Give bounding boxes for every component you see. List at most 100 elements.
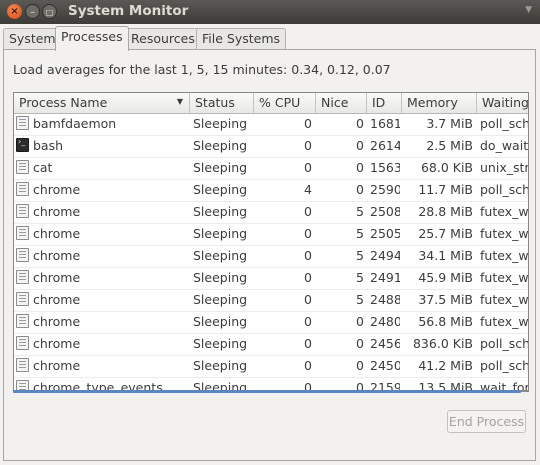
horizontal-scrollbar[interactable] bbox=[13, 390, 529, 393]
maximize-window-button[interactable]: □ bbox=[42, 4, 57, 19]
process-icon bbox=[16, 248, 29, 262]
cell-nice: 5 bbox=[356, 204, 364, 219]
cell-nice: 0 bbox=[356, 336, 364, 351]
process-icon bbox=[16, 336, 29, 350]
cell-cpu: 0 bbox=[304, 116, 312, 131]
title-bar: × – □ System Monitor ▼ bbox=[0, 0, 540, 24]
cell-name: bash bbox=[33, 138, 64, 153]
cell-cpu: 0 bbox=[304, 314, 312, 329]
cell-cpu: 0 bbox=[304, 138, 312, 153]
load-averages-text: Load averages for the last 1, 5, 15 minu… bbox=[13, 62, 391, 77]
process-icon bbox=[16, 116, 29, 130]
process-table[interactable]: Process Name ▼ Status % CPU Nice ID Memo… bbox=[13, 92, 529, 392]
process-icon bbox=[16, 182, 29, 196]
window-title: System Monitor bbox=[68, 3, 189, 19]
close-window-button[interactable]: × bbox=[7, 4, 22, 19]
cell-nice: 5 bbox=[356, 248, 364, 263]
cell-name: chrome bbox=[33, 226, 81, 241]
cell-memory: 68.0 KiB bbox=[420, 160, 473, 175]
cell-cpu: 0 bbox=[304, 204, 312, 219]
column-header-cpu[interactable]: % CPU bbox=[254, 93, 316, 113]
table-row[interactable]: chrome Sleeping 0 5 2488 37.5 MiB futex_wait_q… bbox=[14, 289, 529, 312]
column-header-process-name[interactable]: Process Name ▼ bbox=[14, 93, 190, 113]
tab-file-systems[interactable]: File Systems bbox=[196, 28, 287, 49]
cell-id: 2480 bbox=[370, 314, 400, 329]
cell-nice: 5 bbox=[356, 292, 364, 307]
cell-id: 2508 bbox=[370, 204, 400, 219]
cell-cpu: 0 bbox=[304, 358, 312, 373]
table-row[interactable]: chrome Sleeping 0 5 2494 34.1 MiB futex_wait_q… bbox=[14, 245, 528, 268]
column-header-id[interactable]: ID bbox=[367, 93, 402, 113]
table-row[interactable]: chrome Sleeping 4 0 2590 11.7 MiB poll_schedul… bbox=[14, 179, 528, 202]
cell-name: chrome bbox=[33, 248, 81, 263]
cell-status: Sleeping bbox=[193, 358, 248, 373]
cell-memory: 2.5 MiB bbox=[426, 138, 473, 153]
cell-name: chrome bbox=[33, 336, 81, 351]
terminal-icon bbox=[16, 137, 29, 152]
table-row[interactable]: cat Sleeping 0 0 1563 68.0 KiB unix_stream_rec… bbox=[14, 157, 529, 180]
cell-status: Sleeping bbox=[193, 182, 248, 197]
cell-nice: 0 bbox=[356, 314, 364, 329]
cell-id: 2488 bbox=[370, 292, 400, 307]
column-header-waiting-channel[interactable]: Waiting Channel bbox=[477, 93, 528, 113]
table-row[interactable]: chrome Sleeping 0 0 2450 41.2 MiB poll_schedul… bbox=[14, 355, 528, 378]
cell-status: Sleeping bbox=[193, 314, 248, 329]
table-row[interactable]: chrome Sleeping 0 5 2505 25.7 MiB futex_wait_q… bbox=[14, 223, 528, 246]
process-icon bbox=[16, 292, 29, 306]
cell-waiting: unix_stream_recvmsg bbox=[480, 160, 529, 175]
tab-resources[interactable]: Resources bbox=[125, 28, 201, 49]
cell-id: 2494 bbox=[370, 248, 400, 263]
cell-name: cat bbox=[33, 160, 53, 175]
table-row[interactable]: chrome Sleeping 0 0 2480 56.8 MiB futex_wait_q… bbox=[14, 311, 528, 334]
cell-waiting: futex_wait_queue_me bbox=[480, 292, 529, 307]
column-header-label: Process Name bbox=[19, 95, 108, 110]
cell-name: chrome bbox=[33, 314, 81, 329]
column-header-status[interactable]: Status bbox=[190, 93, 254, 113]
minimize-window-button[interactable]: – bbox=[25, 4, 40, 19]
cell-nice: 0 bbox=[356, 182, 364, 197]
cell-name: bamfdaemon bbox=[33, 116, 117, 131]
sort-descending-icon: ▼ bbox=[176, 97, 183, 106]
scrollbar-thumb[interactable] bbox=[13, 390, 521, 393]
table-row[interactable]: chrome Sleeping 0 5 2491 45.9 MiB futex_wait_q… bbox=[14, 267, 528, 290]
table-row[interactable]: chrome Sleeping 0 5 2508 28.8 MiB futex_wait_q… bbox=[14, 201, 528, 224]
cell-memory: 3.7 MiB bbox=[426, 116, 473, 131]
cell-status: Sleeping bbox=[193, 160, 248, 175]
cell-status: Sleeping bbox=[193, 292, 248, 307]
column-header-memory[interactable]: Memory bbox=[402, 93, 477, 113]
cell-cpu: 0 bbox=[304, 270, 312, 285]
cell-id: 1563 bbox=[370, 160, 400, 175]
tab-system[interactable]: System bbox=[3, 28, 62, 49]
end-process-button[interactable]: End Process bbox=[447, 410, 526, 433]
process-icon bbox=[16, 226, 29, 240]
cell-name: chrome bbox=[33, 292, 81, 307]
cell-waiting: poll_schedule_timeout bbox=[480, 358, 528, 373]
cell-id: 2505 bbox=[370, 226, 400, 241]
table-row[interactable]: bash Sleeping 0 0 2614 2.5 MiB do_wait bbox=[14, 135, 529, 158]
cell-id: 2491 bbox=[370, 270, 400, 285]
cell-waiting: do_wait bbox=[480, 138, 529, 153]
column-header-nice[interactable]: Nice bbox=[316, 93, 367, 113]
cell-status: Sleeping bbox=[193, 116, 248, 131]
cell-status: Sleeping bbox=[193, 226, 248, 241]
cell-waiting: poll_schedule_timeout bbox=[480, 336, 528, 351]
cell-status: Sleeping bbox=[193, 204, 248, 219]
table-row[interactable]: bamfdaemon Sleeping 0 0 1681 3.7 MiB poll_sche… bbox=[14, 113, 528, 136]
cell-memory: 34.1 MiB bbox=[418, 248, 473, 263]
process-icon bbox=[16, 204, 29, 218]
cell-nice: 0 bbox=[356, 160, 364, 175]
cell-id: 1681 bbox=[370, 116, 400, 131]
cell-cpu: 0 bbox=[304, 226, 312, 241]
window-menu-icon[interactable]: ▼ bbox=[525, 5, 532, 15]
cell-id: 2614 bbox=[370, 138, 400, 153]
cell-name: chrome bbox=[33, 182, 81, 197]
cell-memory: 28.8 MiB bbox=[418, 204, 473, 219]
cell-status: Sleeping bbox=[193, 336, 248, 351]
cell-status: Sleeping bbox=[193, 270, 248, 285]
tab-processes[interactable]: Processes bbox=[55, 26, 129, 51]
cell-cpu: 0 bbox=[304, 292, 312, 307]
cell-nice: 5 bbox=[356, 270, 364, 285]
cell-name: chrome bbox=[33, 270, 81, 285]
cell-cpu: 4 bbox=[304, 182, 312, 197]
table-row[interactable]: chrome Sleeping 0 0 2456 836.0 KiB poll_schedu… bbox=[14, 333, 528, 356]
